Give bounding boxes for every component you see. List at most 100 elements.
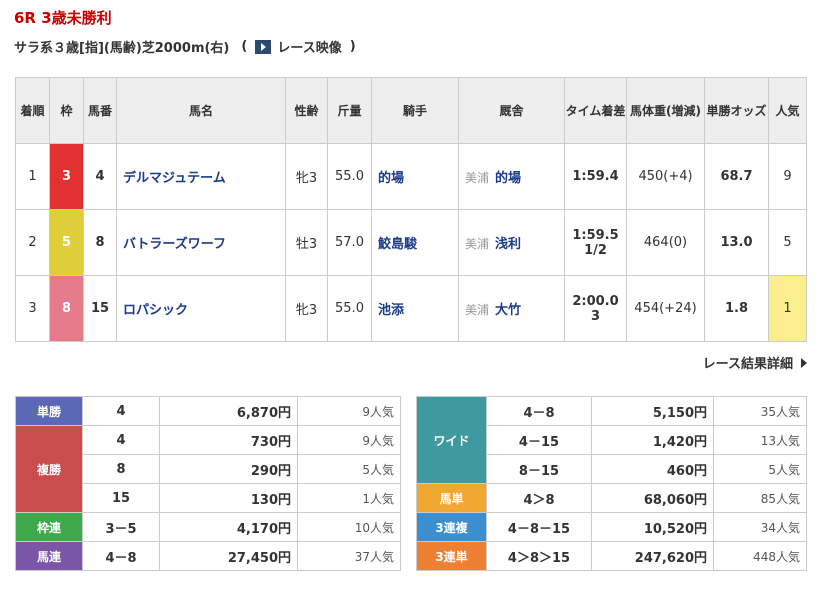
payout-pop: 34人気 <box>713 512 807 542</box>
header-waku: 枠 <box>49 77 84 144</box>
sex-age-cell: 牡3 <box>285 209 328 276</box>
payout-combo: 8－15 <box>486 454 592 484</box>
tansho-label: 単勝 <box>15 396 83 426</box>
body-weight-cell: 450(+4) <box>626 143 705 210</box>
time-cell: 2:00.0 3 <box>564 275 627 342</box>
video-icon[interactable] <box>255 39 272 54</box>
payout-pop: 9人気 <box>297 396 401 426</box>
payout-amount: 130円 <box>159 483 298 513</box>
payout-table-left: 単勝 4 6,870円 9人気 複勝 4 730円 9人気 8 290円 5人気… <box>15 396 401 571</box>
odds-cell: 1.8 <box>704 275 769 342</box>
payout-combo: 4 <box>82 396 160 426</box>
popularity-cell: 5 <box>768 209 807 276</box>
rank-cell: 1 <box>15 143 50 210</box>
payout-amount: 730円 <box>159 425 298 455</box>
popularity-cell: 9 <box>768 143 807 210</box>
wide-label: ワイド <box>416 396 487 484</box>
payout-combo: 4－15 <box>486 425 592 455</box>
time-cell: 1:59.4 <box>564 143 627 210</box>
stable-cell: 美浦 的場 <box>458 143 565 210</box>
header-body-weight: 馬体重(増減) <box>626 77 705 144</box>
waku-cell: 3 <box>49 143 84 210</box>
stable-region: 美浦 <box>465 237 490 251</box>
jockey-link[interactable]: 的場 <box>371 143 459 210</box>
payout-row: 複勝 4 730円 9人気 <box>15 425 401 513</box>
payout-row: 3連単 4＞8＞15 247,620円 448人気 <box>416 541 807 571</box>
payout-amount: 4,170円 <box>159 512 298 542</box>
race-result-detail-link[interactable]: レース結果詳細 <box>703 353 807 372</box>
payout-pop: 10人気 <box>297 512 401 542</box>
header-weight: 斤量 <box>327 77 372 144</box>
time-cell: 1:59.5 1/2 <box>564 209 627 276</box>
trainer-link[interactable]: 的場 <box>495 171 521 186</box>
race-info: サラ系３歳[指](馬齢)芝2000m(右) ( レース映像 ) <box>14 37 356 56</box>
payout-pop: 13人気 <box>713 425 807 455</box>
table-row: 1 3 4 デルマジュテーム 牝3 55.0 的場 美浦 的場 1:59.4 45… <box>15 143 807 210</box>
payout-row: 馬単 4＞8 68,060円 85人気 <box>416 483 807 513</box>
trainer-link[interactable]: 浅利 <box>495 237 521 252</box>
margin-value: 1/2 <box>584 242 607 258</box>
table-row: 3 8 15 ロパシック 牝3 55.0 池添 美浦 大竹 2:00.0 3 454… <box>15 275 807 342</box>
header-sex-age: 性齢 <box>285 77 328 144</box>
payout-row: 単勝 4 6,870円 9人気 <box>15 396 401 426</box>
payout-pop: 37人気 <box>297 541 401 571</box>
jockey-link[interactable]: 鮫島駿 <box>371 209 459 276</box>
sanrenpuku-label: 3連複 <box>416 512 487 542</box>
header-rank: 着順 <box>15 77 50 144</box>
results-table: 着順 枠 馬番 馬名 性齢 斤量 騎手 厩舎 タイム着差 馬体重(増減) 単勝オ… <box>15 77 807 342</box>
horse-name-link[interactable]: デルマジュテーム <box>116 143 286 210</box>
payout-combo: 15 <box>82 483 160 513</box>
payout-combo: 3－5 <box>82 512 160 542</box>
payout-pop: 85人気 <box>713 483 807 513</box>
trainer-link[interactable]: 大竹 <box>495 303 521 318</box>
weight-cell: 57.0 <box>327 209 372 276</box>
payout-pop: 5人気 <box>713 454 807 484</box>
rank-cell: 2 <box>15 209 50 276</box>
weight-cell: 55.0 <box>327 143 372 210</box>
results-header-row: 着順 枠 馬番 馬名 性齢 斤量 騎手 厩舎 タイム着差 馬体重(増減) 単勝オ… <box>15 77 807 144</box>
payout-pop: 9人気 <box>297 425 401 455</box>
payout-amount: 290円 <box>159 454 298 484</box>
umaban-cell: 15 <box>83 275 117 342</box>
waku-cell: 5 <box>49 209 84 276</box>
payout-combo: 4＞8 <box>486 483 592 513</box>
wakuren-label: 枠連 <box>15 512 83 542</box>
payout-row: 3連複 4－8－15 10,520円 34人気 <box>416 512 807 542</box>
stable-cell: 美浦 浅利 <box>458 209 565 276</box>
race-video-link[interactable]: レース映像 <box>277 37 341 56</box>
payout-table-right: ワイド 4－8 5,150円 35人気 4－15 1,420円 13人気 8－1… <box>416 396 807 571</box>
payout-row: ワイド 4－8 5,150円 35人気 <box>416 396 807 484</box>
payout-pop: 35人気 <box>713 396 807 426</box>
umatan-label: 馬単 <box>416 483 487 513</box>
odds-cell: 13.0 <box>704 209 769 276</box>
margin-value: 3 <box>590 308 601 324</box>
race-title: 6R 3歳未勝利 <box>14 9 112 27</box>
jockey-link[interactable]: 池添 <box>371 275 459 342</box>
umaren-label: 馬連 <box>15 541 83 571</box>
payout-amount: 27,450円 <box>159 541 298 571</box>
payout-amount: 68,060円 <box>591 483 714 513</box>
sex-age-cell: 牝3 <box>285 275 328 342</box>
payout-row: 馬連 4－8 27,450円 37人気 <box>15 541 401 571</box>
time-value: 1:59.5 <box>572 227 619 243</box>
header-odds: 単勝オッズ <box>704 77 769 144</box>
payout-amount: 5,150円 <box>591 396 714 426</box>
sanrentan-label: 3連単 <box>416 541 487 571</box>
rank-cell: 3 <box>15 275 50 342</box>
payout-pop: 1人気 <box>297 483 401 513</box>
stable-region: 美浦 <box>465 303 490 317</box>
header-name: 馬名 <box>116 77 286 144</box>
race-detail: サラ系３歳[指](馬齢)芝2000m(右) <box>14 41 230 56</box>
paren-open: ( <box>241 39 248 54</box>
payout-amount: 247,620円 <box>591 541 714 571</box>
payout-amount: 460円 <box>591 454 714 484</box>
horse-name-link[interactable]: バトラーズワーフ <box>116 209 286 276</box>
horse-name-link[interactable]: ロパシック <box>116 275 286 342</box>
popularity-cell: 1 <box>768 275 807 342</box>
fukusho-label: 複勝 <box>15 425 83 513</box>
payout-combo: 4－8 <box>82 541 160 571</box>
paren-close: ) <box>349 39 356 54</box>
umaban-cell: 8 <box>83 209 117 276</box>
payout-row: 枠連 3－5 4,170円 10人気 <box>15 512 401 542</box>
payout-pop: 5人気 <box>297 454 401 484</box>
